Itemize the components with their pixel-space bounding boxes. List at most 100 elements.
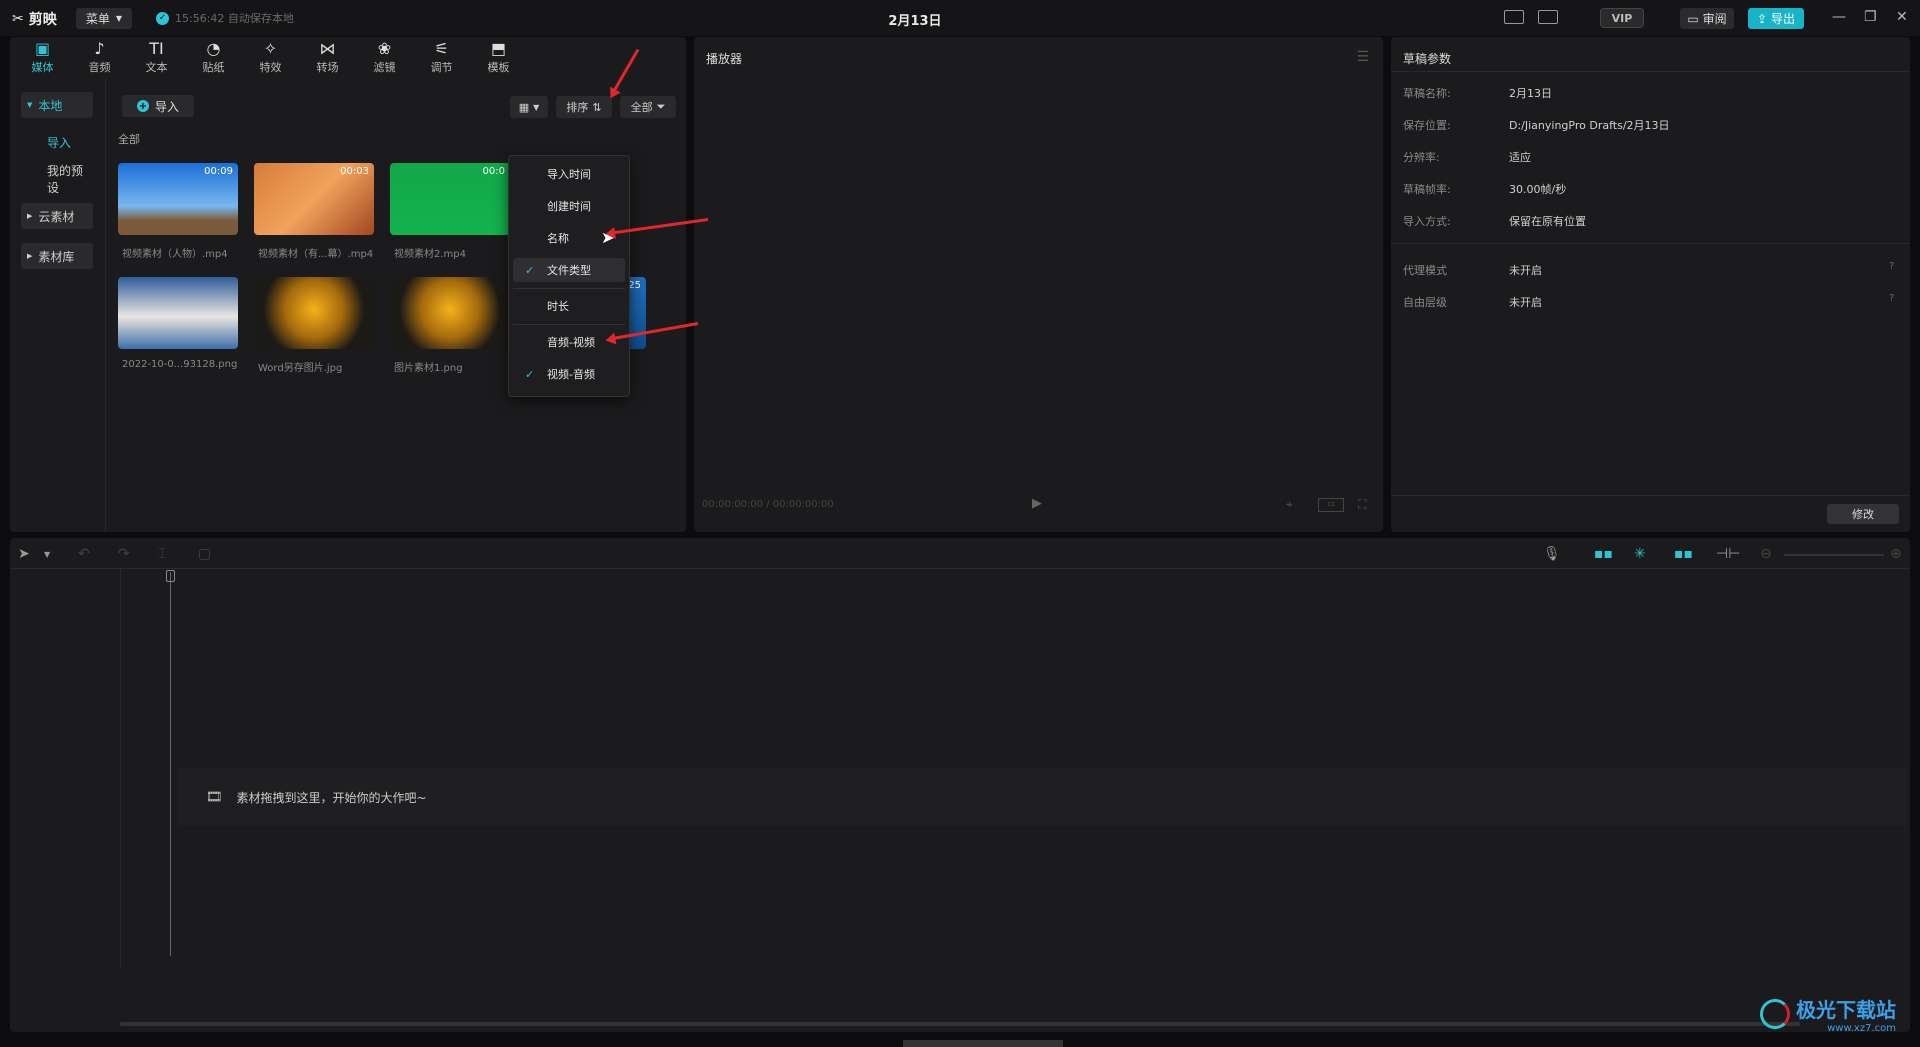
microphone-icon[interactable]: 🎙 xyxy=(1543,546,1561,562)
import-button[interactable]: + 导入 xyxy=(122,95,194,117)
auto-snap-icon[interactable]: ✳ xyxy=(1634,546,1646,562)
expand-icon: ▼ xyxy=(27,101,33,109)
plus-icon: + xyxy=(136,100,149,112)
delete-icon[interactable]: ▢ xyxy=(198,546,211,562)
minimize-icon[interactable]: — xyxy=(1832,9,1846,25)
tab-adjust[interactable]: ⚟ 调节 xyxy=(413,37,470,79)
sort-option-label: 时长 xyxy=(547,300,569,313)
tab-template[interactable]: ⬒ 模板 xyxy=(470,37,527,79)
media-icon: ▣ xyxy=(34,39,51,58)
timeline-drop-zone[interactable]: 🎞 素材拖拽到这里，开始你的大作吧~ xyxy=(178,768,1908,826)
restore-icon[interactable]: ❐ xyxy=(1864,9,1877,25)
param-label: 分辨率: xyxy=(1403,151,1440,164)
ratio-icon[interactable]: ▭ xyxy=(1318,498,1344,512)
menu-separator xyxy=(513,288,625,289)
sort-option[interactable]: 创建时间 xyxy=(513,194,625,218)
tab-media[interactable]: ▣ 媒体 xyxy=(14,37,71,79)
menu-icon[interactable]: ☰ xyxy=(1356,49,1369,65)
param-value: D:/JianyingPro Drafts/2月13日 xyxy=(1509,119,1670,132)
media-name: 视频素材（人物）.mp4 xyxy=(122,249,228,260)
screenshot-icon[interactable]: ⌖ xyxy=(1286,497,1293,512)
export-icon: ⇪ xyxy=(1756,11,1768,26)
bottom-scrollbar[interactable] xyxy=(903,1040,1063,1047)
modify-button[interactable]: 修改 xyxy=(1827,504,1899,524)
tab-transition[interactable]: ⋈ 转场 xyxy=(299,37,356,79)
sidebar-item-presets[interactable]: 我的预设 xyxy=(21,164,93,195)
param-value: 未开启 xyxy=(1509,296,1542,309)
playhead-handle[interactable] xyxy=(166,570,175,582)
tab-label: 媒体 xyxy=(31,61,54,74)
vip-badge[interactable]: VIP xyxy=(1600,8,1644,28)
tab-text[interactable]: TI 文本 xyxy=(128,37,185,79)
param-label: 代理模式 xyxy=(1403,264,1447,277)
horizontal-scrollbar[interactable] xyxy=(120,1022,1800,1026)
param-label: 草稿名称: xyxy=(1403,87,1451,100)
sort-button[interactable]: 排序 ⇅ xyxy=(556,96,612,118)
media-thumbnail[interactable]: 00:09 xyxy=(118,163,238,235)
media-panel: ▣ 媒体 ♪ 音频 TI 文本 ◔ 贴纸 ✧ 特效 ⋈ 转场 ❀ 滤镜 ⚟ 调节 ⬒ 模板 ▼ 本地 导入 我的预设… xyxy=(10,37,686,532)
main-track-magnet-icon[interactable]: ▪▪ xyxy=(1594,546,1613,562)
sidebar-item-library[interactable]: ▶ 素材库 xyxy=(21,243,93,269)
menu-separator xyxy=(513,324,625,325)
media-thumbnail[interactable] xyxy=(254,277,374,349)
tab-effects[interactable]: ✧ 特效 xyxy=(242,37,299,79)
preview-axis-icon[interactable]: ⊣⊢ xyxy=(1716,546,1740,562)
review-button[interactable]: ▭ 审阅 xyxy=(1680,8,1734,29)
watermark-text: 极光下载站 xyxy=(1796,998,1896,1022)
undo-icon[interactable]: ↶ xyxy=(78,546,90,562)
player-title: 播放器 xyxy=(706,52,743,66)
param-label: 保存位置: xyxy=(1403,119,1451,132)
media-thumbnail[interactable]: 00:0 xyxy=(390,163,510,235)
sort-icon: ⇅ xyxy=(592,100,602,114)
media-name: 视频素材2.mp4 xyxy=(394,249,466,260)
divider xyxy=(1391,243,1910,244)
sort-option[interactable]: ✓ 文件类型 xyxy=(513,258,625,282)
layout-icon[interactable] xyxy=(1538,10,1558,24)
zoom-out-icon[interactable]: ⊖ xyxy=(1760,546,1772,562)
media-thumbnail[interactable] xyxy=(390,277,510,349)
sidebar-item-import[interactable]: 导入 xyxy=(21,129,93,155)
sort-option[interactable]: 导入时间 xyxy=(513,162,625,186)
media-thumbnail[interactable]: 00:03 xyxy=(254,163,374,235)
tab-audio[interactable]: ♪ 音频 xyxy=(71,37,128,79)
export-button[interactable]: ⇪ 导出 xyxy=(1748,8,1804,29)
redo-icon[interactable]: ↷ xyxy=(118,546,130,562)
check-icon: ✓ xyxy=(525,367,535,381)
view-mode-button[interactable]: ▦ ▼ xyxy=(510,96,548,118)
title-bar: ✂ 剪映 菜单 ▼ ✓ 15:56:42 自动保存本地 2月13日 VIP ▭ 审阅 ⇪… xyxy=(0,0,1920,36)
sort-option-label: 创建时间 xyxy=(547,200,591,213)
transition-icon: ⋈ xyxy=(319,39,336,58)
help-icon[interactable]: ? xyxy=(1889,293,1894,304)
filter-button[interactable]: 全部 ⏷ xyxy=(620,96,676,118)
fullscreen-icon[interactable]: ⛶ xyxy=(1358,497,1366,512)
play-icon[interactable]: ▶ xyxy=(1032,496,1042,511)
tab-sticker[interactable]: ◔ 贴纸 xyxy=(185,37,242,79)
linkage-icon[interactable]: ▪▪ xyxy=(1674,546,1693,562)
help-icon[interactable]: ? xyxy=(1889,261,1894,272)
close-icon[interactable]: ✕ xyxy=(1896,9,1908,25)
watermark: 极光下载站 www.xz7.com xyxy=(1760,994,1896,1034)
sidebar-item-local[interactable]: ▼ 本地 xyxy=(21,92,93,118)
tab-filter[interactable]: ❀ 滤镜 xyxy=(356,37,413,79)
sidebar-item-cloud[interactable]: ▶ 云素材 xyxy=(21,203,93,229)
duration-label: 00:0 xyxy=(482,166,505,177)
param-value: 适应 xyxy=(1509,151,1531,164)
sticker-icon: ◔ xyxy=(206,39,221,58)
media-name: 视频素材（有...幕）.mp4 xyxy=(258,249,374,260)
zoom-slider[interactable] xyxy=(1784,554,1884,556)
sort-option[interactable]: 时长 xyxy=(513,294,625,318)
sort-option[interactable]: ✓ 视频-音频 xyxy=(513,362,625,386)
tab-label: 音频 xyxy=(88,61,111,74)
select-tool-icon[interactable]: ➤ xyxy=(18,546,30,562)
zoom-in-icon[interactable]: ⊕ xyxy=(1890,546,1902,562)
collapse-icon: ▶ xyxy=(27,212,33,220)
effects-icon: ✧ xyxy=(263,39,278,58)
side-nav: ▼ 本地 导入 我的预设 ▶ 云素材 ▶ 素材库 xyxy=(10,79,106,532)
playhead[interactable] xyxy=(170,572,171,956)
param-value: 30.00帧/秒 xyxy=(1509,183,1567,196)
keyboard-icon[interactable] xyxy=(1504,10,1524,24)
media-name: Word另存图片.jpg xyxy=(258,363,343,374)
split-icon[interactable]: ⌶ xyxy=(158,546,166,562)
chevron-down-icon[interactable]: ▼ xyxy=(44,550,50,559)
media-thumbnail[interactable] xyxy=(118,277,238,349)
